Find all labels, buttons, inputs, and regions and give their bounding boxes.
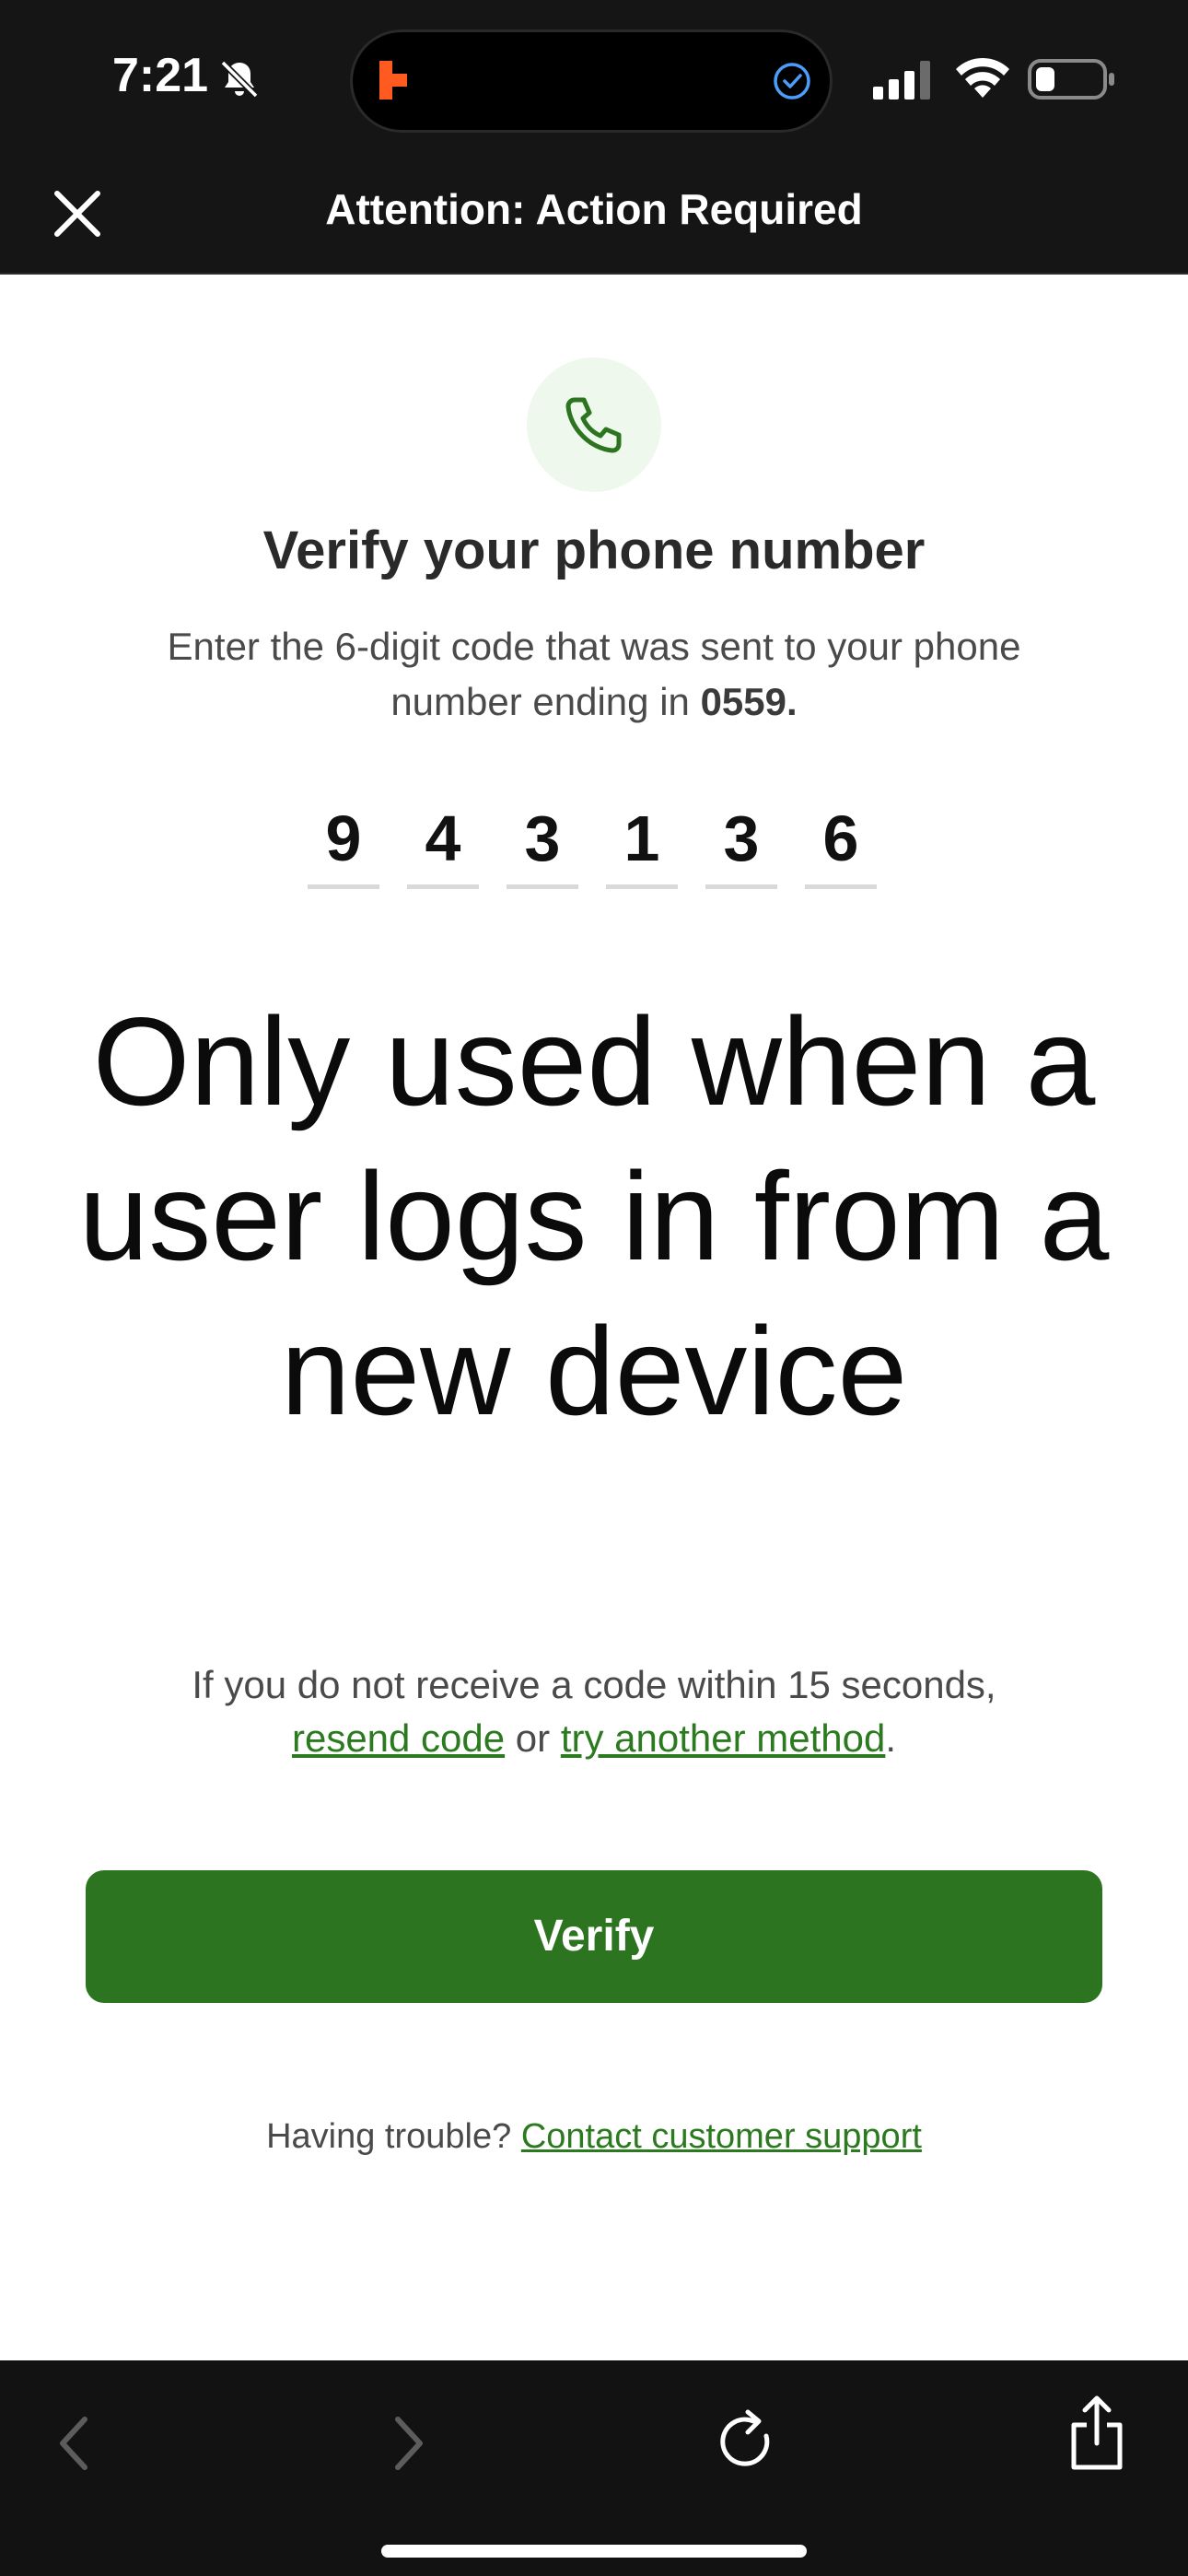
phone-last-digits: 0559. bbox=[700, 680, 798, 723]
overlay-caption: Only used when a user logs in from a new… bbox=[78, 991, 1110, 1441]
battery-icon bbox=[1028, 59, 1114, 100]
app-activity-icon bbox=[379, 61, 407, 100]
verification-panel: Verify your phone number Enter the 6-dig… bbox=[0, 275, 1188, 2360]
wifi-icon bbox=[956, 57, 1009, 98]
support-text: Having trouble? Contact customer support bbox=[0, 2117, 1188, 2157]
code-digit-2[interactable]: 4 bbox=[407, 796, 479, 889]
reload-icon[interactable] bbox=[715, 2408, 779, 2475]
phone-icon bbox=[565, 397, 622, 453]
phone-badge bbox=[527, 357, 661, 492]
try-another-method-link[interactable]: try another method bbox=[561, 1716, 886, 1760]
instructions-prefix: Enter the 6-digit code that was sent to … bbox=[167, 625, 1021, 723]
status-time: 7:21 bbox=[112, 49, 209, 102]
check-circle-icon bbox=[774, 63, 810, 100]
share-icon[interactable] bbox=[1066, 2394, 1127, 2473]
verify-button[interactable]: Verify bbox=[86, 1870, 1102, 2003]
signal-icon bbox=[873, 61, 930, 100]
resend-code-link[interactable]: resend code bbox=[292, 1716, 505, 1760]
home-indicator bbox=[381, 2545, 807, 2558]
instructions-text: Enter the 6-digit code that was sent to … bbox=[120, 619, 1068, 730]
code-digit-5[interactable]: 3 bbox=[705, 796, 777, 889]
trouble-prefix: Having trouble? bbox=[266, 2117, 521, 2156]
dynamic-island bbox=[350, 29, 833, 133]
code-digit-1[interactable]: 9 bbox=[308, 796, 379, 889]
resend-text: If you do not receive a code within 15 s… bbox=[83, 1658, 1105, 1765]
code-digit-3[interactable]: 3 bbox=[507, 796, 578, 889]
resend-or: or bbox=[505, 1716, 561, 1760]
resend-suffix: . bbox=[885, 1716, 897, 1760]
code-digit-4[interactable]: 1 bbox=[606, 796, 678, 889]
status-bar: 7:21 bbox=[0, 0, 1188, 157]
resend-prefix: If you do not receive a code within 15 s… bbox=[192, 1663, 996, 1706]
verify-heading: Verify your phone number bbox=[262, 521, 926, 580]
browser-toolbar bbox=[0, 2360, 1188, 2576]
contact-support-link[interactable]: Contact customer support bbox=[521, 2117, 922, 2156]
code-input-group: 9 4 3 1 3 6 bbox=[308, 796, 879, 889]
code-digit-6[interactable]: 6 bbox=[805, 796, 877, 889]
nav-bar: Attention: Action Required bbox=[0, 157, 1188, 275]
back-icon[interactable] bbox=[55, 2414, 92, 2473]
page-title: Attention: Action Required bbox=[325, 185, 863, 233]
forward-icon[interactable] bbox=[390, 2414, 427, 2473]
bell-slash-icon bbox=[220, 60, 259, 99]
